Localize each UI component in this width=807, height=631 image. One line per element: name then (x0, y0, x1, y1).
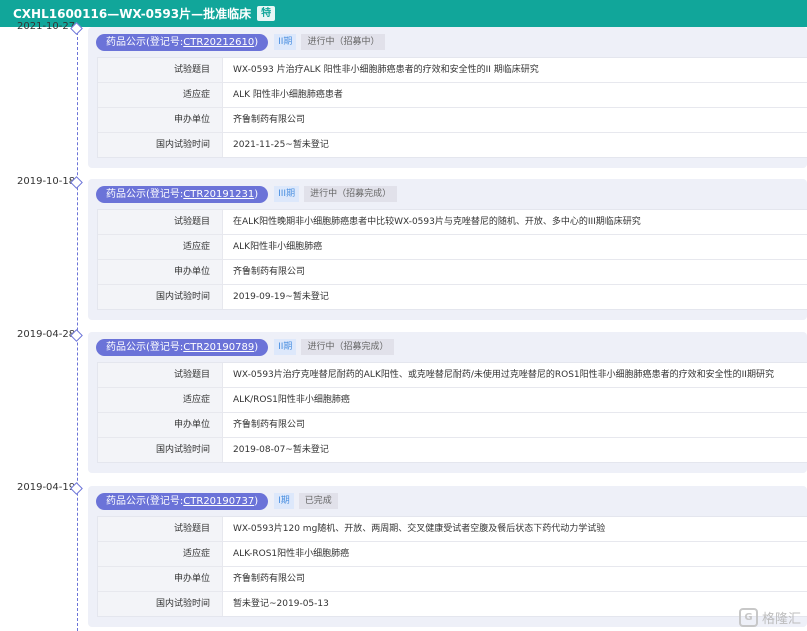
watermark: G 格隆汇 (738, 608, 801, 627)
row-value: ALK 阳性非小细胞肺癌患者 (233, 90, 343, 100)
table-row: 适应症 ALK-ROS1阳性非小细胞肺癌 (98, 542, 807, 567)
row-value: WX-0593 片治疗ALK 阳性非小细胞肺癌患者的疗效和安全性的II 期临床研… (233, 65, 539, 75)
registration-pill[interactable]: 药品公示(登记号:CTR20191231) (96, 185, 269, 203)
row-value: ALK/ROS1阳性非小细胞肺癌 (233, 395, 350, 405)
row-value: 齐鲁制药有限公司 (233, 420, 306, 430)
table-row: 国内试验时间 暂未登记~2019-05-13 (98, 592, 807, 616)
status-badge: 已完成 (298, 493, 338, 509)
row-label: 申办单位 (98, 260, 223, 284)
row-label: 试验题目 (98, 210, 223, 234)
trial-card: 药品公示(登记号:CTR20190789) II期 进行中（招募完成） 试验题目… (88, 332, 807, 473)
row-value: 暂未登记~2019-05-13 (233, 599, 329, 609)
row-value: 2021-11-25~暂未登记 (233, 140, 329, 150)
row-value: 2019-08-07~暂未登记 (233, 445, 329, 455)
status-badge: 进行中（招募完成） (301, 339, 395, 355)
row-value: 齐鲁制药有限公司 (233, 115, 306, 125)
timeline-date: 2019-04-28 (17, 329, 76, 340)
row-label: 申办单位 (98, 567, 223, 591)
table-row: 试验题目 WX-0593 片治疗ALK 阳性非小细胞肺癌患者的疗效和安全性的II … (98, 58, 807, 83)
registration-pill[interactable]: 药品公示(登记号:CTR20190789) (96, 338, 269, 356)
page-title: CXHL1600116—WX-0593片—批准临床 (13, 7, 252, 21)
table-row: 适应症 ALK 阳性非小细胞肺癌患者 (98, 83, 807, 108)
row-label: 国内试验时间 (98, 592, 223, 616)
table-row: 试验题目 WX-0593片120 mg随机、开放、两周期、交叉健康受试者空腹及餐后… (98, 517, 807, 542)
table-row: 适应症 ALK阳性非小细胞肺癌 (98, 235, 807, 260)
row-label: 试验题目 (98, 363, 223, 387)
timeline-date: 2019-10-18 (17, 176, 76, 187)
watermark-logo-icon: G (738, 608, 758, 627)
row-label: 国内试验时间 (98, 438, 223, 462)
row-label: 试验题目 (98, 517, 223, 541)
registration-pill[interactable]: 药品公示(登记号:CTR20212610) (96, 33, 269, 51)
registration-code-link[interactable]: CTR20191231 (183, 189, 254, 200)
phase-badge: II期 (274, 34, 297, 50)
row-label: 适应症 (98, 542, 223, 566)
table-row: 申办单位 齐鲁制药有限公司 (98, 567, 807, 592)
trial-card: 药品公示(登记号:CTR20190737) I期 已完成 试验题目 WX-0593… (88, 486, 807, 627)
registration-code-link[interactable]: CTR20190737 (183, 496, 254, 507)
trial-detail-table: 试验题目 WX-0593 片治疗ALK 阳性非小细胞肺癌患者的疗效和安全性的II … (97, 57, 807, 158)
page-header: CXHL1600116—WX-0593片—批准临床 特 (0, 0, 807, 27)
table-row: 申办单位 齐鲁制药有限公司 (98, 260, 807, 285)
row-value: 齐鲁制药有限公司 (233, 267, 306, 277)
row-label: 试验题目 (98, 58, 223, 82)
registration-code-link[interactable]: CTR20190789 (183, 342, 254, 353)
table-row: 国内试验时间 2019-08-07~暂未登记 (98, 438, 807, 462)
timeline-date: 2019-04-19 (17, 482, 76, 493)
row-label: 申办单位 (98, 108, 223, 132)
row-value: ALK阳性非小细胞肺癌 (233, 242, 323, 252)
row-value: 齐鲁制药有限公司 (233, 574, 306, 584)
phase-badge: I期 (274, 493, 294, 509)
table-row: 国内试验时间 2021-11-25~暂未登记 (98, 133, 807, 157)
row-value: ALK-ROS1阳性非小细胞肺癌 (233, 549, 350, 559)
row-label: 适应症 (98, 83, 223, 107)
row-value: 在ALK阳性晚期非小细胞肺癌患者中比较WX-0593片与克唑替尼的随机、开放、多… (233, 217, 641, 227)
trial-card: 药品公示(登记号:CTR20212610) II期 进行中（招募中） 试验题目 W… (88, 27, 807, 168)
table-row: 申办单位 齐鲁制药有限公司 (98, 413, 807, 438)
phase-badge: III期 (274, 186, 300, 202)
timeline-date: 2021-10-27 (17, 21, 76, 32)
row-label: 适应症 (98, 388, 223, 412)
row-label: 国内试验时间 (98, 133, 223, 157)
row-label: 申办单位 (98, 413, 223, 437)
trial-detail-table: 试验题目 WX-0593片治疗克唑替尼耐药的ALK阳性、或克唑替尼耐药/未使用过克… (97, 362, 807, 463)
status-badge: 进行中（招募完成） (304, 186, 398, 202)
table-row: 国内试验时间 2019-09-19~暂未登记 (98, 285, 807, 309)
special-tag: 特 (257, 6, 276, 21)
registration-pill[interactable]: 药品公示(登记号:CTR20190737) (96, 492, 269, 510)
trial-detail-table: 试验题目 WX-0593片120 mg随机、开放、两周期、交叉健康受试者空腹及餐后… (97, 516, 807, 617)
watermark-text: 格隆汇 (761, 612, 801, 627)
trial-card: 药品公示(登记号:CTR20191231) III期 进行中（招募完成） 试验题… (88, 179, 807, 320)
table-row: 试验题目 WX-0593片治疗克唑替尼耐药的ALK阳性、或克唑替尼耐药/未使用过克… (98, 363, 807, 388)
status-badge: 进行中（招募中） (301, 34, 386, 50)
table-row: 适应症 ALK/ROS1阳性非小细胞肺癌 (98, 388, 807, 413)
registration-code-link[interactable]: CTR20212610 (183, 37, 254, 48)
table-row: 申办单位 齐鲁制药有限公司 (98, 108, 807, 133)
phase-badge: II期 (274, 339, 297, 355)
trial-detail-table: 试验题目 在ALK阳性晚期非小细胞肺癌患者中比较WX-0593片与克唑替尼的随机、… (97, 209, 807, 310)
table-row: 试验题目 在ALK阳性晚期非小细胞肺癌患者中比较WX-0593片与克唑替尼的随机、… (98, 210, 807, 235)
row-value: 2019-09-19~暂未登记 (233, 292, 329, 302)
row-label: 国内试验时间 (98, 285, 223, 309)
row-value: WX-0593片治疗克唑替尼耐药的ALK阳性、或克唑替尼耐药/未使用过克唑替尼的… (233, 370, 774, 380)
row-value: WX-0593片120 mg随机、开放、两周期、交叉健康受试者空腹及餐后状态下药… (233, 524, 606, 534)
row-label: 适应症 (98, 235, 223, 259)
